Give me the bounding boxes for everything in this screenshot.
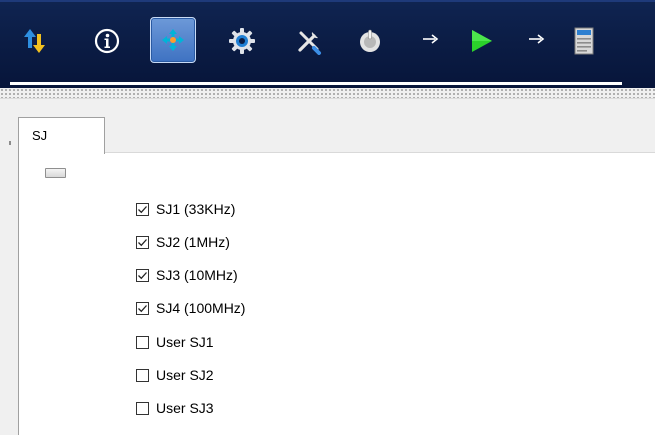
- checkbox-label: User SJ1: [156, 334, 214, 350]
- splitter-grip[interactable]: [0, 88, 655, 99]
- checkbox-item-sj1[interactable]: SJ1 (33KHz): [136, 199, 235, 219]
- arrow-right-icon: [420, 30, 444, 50]
- panel-edge-mark: [9, 141, 11, 145]
- checkbox-item-user-sj3[interactable]: User SJ3: [136, 398, 214, 418]
- play-icon[interactable]: [458, 18, 504, 64]
- collapse-button[interactable]: [45, 168, 66, 178]
- move-crosshair-icon[interactable]: [150, 17, 196, 63]
- checkbox-label: SJ2 (1MHz): [156, 234, 230, 250]
- tab-panel: SJ: [0, 99, 655, 435]
- checkbox-label: SJ3 (10MHz): [156, 267, 238, 283]
- tab-page: [18, 153, 655, 435]
- checkbox[interactable]: [136, 202, 149, 216]
- checkbox-label: SJ1 (33KHz): [156, 201, 236, 217]
- checkbox-item-user-sj1[interactable]: User SJ1: [136, 332, 214, 352]
- main-toolbar: [0, 0, 655, 88]
- checkbox-item-sj4[interactable]: SJ4 (100MHz): [136, 298, 245, 318]
- info-icon[interactable]: [84, 18, 130, 64]
- tab-sj[interactable]: SJ: [18, 117, 105, 154]
- checkbox[interactable]: [136, 235, 149, 249]
- tools-icon[interactable]: [286, 18, 332, 64]
- checkbox-item-user-sj2[interactable]: User SJ2: [136, 365, 214, 385]
- checkbox[interactable]: [136, 301, 149, 315]
- power-knob-icon[interactable]: [347, 18, 393, 64]
- checkbox[interactable]: [136, 335, 149, 349]
- gear-icon[interactable]: [219, 18, 265, 64]
- tab-strip-border: [18, 152, 655, 153]
- checkbox[interactable]: [136, 368, 149, 382]
- document-icon[interactable]: [561, 18, 607, 64]
- checkbox-label: User SJ2: [156, 367, 214, 383]
- checkbox-label: SJ4 (100MHz): [156, 300, 246, 316]
- arrow-right-icon: [526, 30, 550, 50]
- checkbox-item-sj2[interactable]: SJ2 (1MHz): [136, 232, 230, 252]
- transfer-arrows-icon[interactable]: [12, 18, 58, 64]
- toolbar-underline: [10, 82, 622, 85]
- checkbox[interactable]: [136, 268, 149, 282]
- checkbox-label: User SJ3: [156, 400, 214, 416]
- checkbox[interactable]: [136, 401, 149, 415]
- checkbox-item-sj3[interactable]: SJ3 (10MHz): [136, 265, 238, 285]
